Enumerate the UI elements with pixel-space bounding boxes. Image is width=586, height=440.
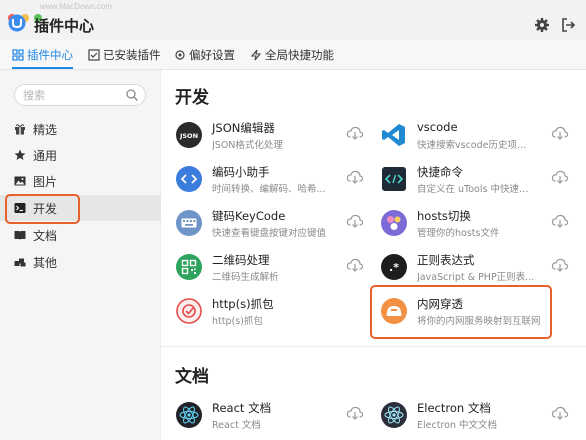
download-icon[interactable] bbox=[551, 168, 569, 186]
title-bar: www.MacDown.com 插件中心 bbox=[0, 0, 586, 40]
image-icon bbox=[14, 176, 26, 186]
gear-icon bbox=[175, 50, 185, 60]
utools-logo-icon bbox=[8, 14, 26, 32]
keyboard-icon bbox=[176, 210, 202, 236]
sidebar: 精选 通用 图片 开发 文档 其他 bbox=[0, 70, 161, 440]
sidebar-item-general[interactable]: 通用 bbox=[0, 142, 161, 168]
plugin-item-vscode[interactable]: vscode 快速搜索vscode历史项目... bbox=[381, 120, 586, 160]
download-icon[interactable] bbox=[551, 212, 569, 230]
main-tabs: 插件中心 已安装插件 偏好设置 全局快捷功能 bbox=[0, 40, 586, 70]
plugin-desc: JSON格式化处理 bbox=[212, 140, 283, 151]
tab-plugin-center[interactable]: 插件中心 bbox=[12, 40, 73, 69]
plugin-name: 键码KeyCode bbox=[212, 209, 286, 223]
sidebar-item-label: 通用 bbox=[33, 149, 58, 163]
plugin-desc: Electron 中文文档 bbox=[417, 420, 497, 431]
tab-global-shortcuts[interactable]: 全局快捷功能 bbox=[250, 40, 334, 69]
download-icon[interactable] bbox=[346, 404, 364, 422]
window-title: 插件中心 bbox=[34, 17, 95, 35]
vscode-icon bbox=[382, 124, 405, 146]
sidebar-item-featured[interactable]: 精选 bbox=[0, 116, 161, 142]
plugin-item-http-capture[interactable]: http(s)抓包 http(s)抓包 bbox=[176, 296, 381, 336]
search-box[interactable] bbox=[14, 84, 146, 106]
plugin-name: 正则表达式 bbox=[417, 253, 475, 267]
watermark: www.MacDown.com bbox=[40, 2, 113, 11]
gear-icon[interactable] bbox=[534, 17, 550, 33]
plugin-desc: 管理你的hosts文件 bbox=[417, 228, 500, 239]
plugin-desc: 快速查看键盘按键对应键值 bbox=[212, 228, 327, 239]
react-icon bbox=[176, 402, 202, 428]
plugin-item-quick-command[interactable]: 快捷命令 自定义在 uTools 中快速执... bbox=[381, 164, 586, 204]
plugin-desc: 快速搜索vscode历史项目... bbox=[417, 140, 535, 151]
command-icon bbox=[382, 167, 406, 191]
plugin-desc: 二维码生成解析 bbox=[212, 272, 279, 283]
plugin-item-keycode[interactable]: 键码KeyCode 快速查看键盘按键对应键值 bbox=[176, 208, 381, 248]
download-icon[interactable] bbox=[346, 124, 364, 142]
plugin-name: 编码小助手 bbox=[212, 165, 270, 179]
tab-preferences[interactable]: 偏好设置 bbox=[174, 40, 235, 69]
plugin-desc: React 文档 bbox=[212, 420, 261, 431]
plugin-list: 开发 JSON JSON编辑器 JSON格式化处理 vscode 快速搜索vsc… bbox=[161, 70, 586, 440]
tab-label: 插件中心 bbox=[27, 48, 73, 62]
download-icon[interactable] bbox=[346, 256, 364, 274]
blocks-icon bbox=[14, 258, 26, 267]
plugin-name: JSON编辑器 bbox=[212, 121, 275, 135]
sidebar-item-images[interactable]: 图片 bbox=[0, 168, 161, 194]
svg-text:.*: .* bbox=[389, 261, 399, 274]
svg-text:JSON: JSON bbox=[179, 132, 198, 140]
plugin-name: http(s)抓包 bbox=[212, 297, 274, 311]
plugin-item-hosts-switch[interactable]: hosts切换 管理你的hosts文件 bbox=[381, 208, 586, 248]
plugin-desc: http(s)抓包 bbox=[212, 316, 263, 327]
plugin-name: 快捷命令 bbox=[417, 165, 463, 179]
hosts-icon bbox=[381, 210, 407, 236]
plugin-name: React 文档 bbox=[212, 401, 272, 415]
search-input[interactable] bbox=[23, 87, 123, 103]
regex-icon: .* bbox=[381, 254, 407, 280]
bolt-icon bbox=[250, 49, 262, 61]
download-icon[interactable] bbox=[346, 212, 364, 230]
sidebar-item-label: 精选 bbox=[33, 123, 58, 137]
plugin-desc: 自定义在 uTools 中快速执... bbox=[417, 184, 535, 195]
code-icon bbox=[176, 166, 202, 192]
sidebar-item-label: 其他 bbox=[33, 256, 58, 270]
search-icon[interactable] bbox=[125, 88, 139, 102]
download-icon[interactable] bbox=[346, 168, 364, 186]
section-divider bbox=[161, 346, 586, 347]
checkbox-icon bbox=[88, 49, 100, 61]
electron-icon bbox=[381, 402, 407, 428]
download-icon[interactable] bbox=[551, 124, 569, 142]
plugin-item-encoding-helper[interactable]: 编码小助手 时间转换、编解码、哈希... bbox=[176, 164, 381, 204]
tab-label: 全局快捷功能 bbox=[265, 48, 334, 62]
plugin-name: hosts切换 bbox=[417, 209, 471, 223]
section-title: 开发 bbox=[175, 88, 209, 108]
plugin-name: Electron 文档 bbox=[417, 401, 491, 415]
plugin-name: vscode bbox=[417, 120, 458, 134]
plugin-item-json-editor[interactable]: JSON JSON编辑器 JSON格式化处理 bbox=[176, 120, 381, 160]
sidebar-item-other[interactable]: 其他 bbox=[0, 249, 161, 275]
gift-icon bbox=[15, 124, 25, 135]
plugin-item-qrcode[interactable]: 二维码处理 二维码生成解析 bbox=[176, 252, 381, 292]
plugin-desc: JavaScript & PHP正则表... bbox=[417, 272, 535, 283]
tab-label: 偏好设置 bbox=[189, 48, 235, 62]
json-icon: JSON bbox=[176, 122, 202, 148]
grid-icon bbox=[12, 49, 24, 61]
sidebar-item-label: 文档 bbox=[33, 229, 58, 243]
sidebar-item-label: 图片 bbox=[33, 175, 58, 189]
tab-installed-plugins[interactable]: 已安装插件 bbox=[88, 40, 161, 69]
star-icon bbox=[14, 149, 26, 160]
highlight-annotation bbox=[5, 194, 80, 224]
qrcode-icon bbox=[176, 254, 202, 280]
capture-icon bbox=[176, 298, 202, 324]
highlight-annotation bbox=[370, 285, 552, 339]
download-icon[interactable] bbox=[551, 256, 569, 274]
plugin-name: 二维码处理 bbox=[212, 253, 270, 267]
plugin-desc: 时间转换、编解码、哈希... bbox=[212, 184, 326, 195]
sidebar-item-docs[interactable]: 文档 bbox=[0, 222, 161, 248]
download-icon[interactable] bbox=[551, 404, 569, 422]
section-title: 文档 bbox=[175, 367, 209, 387]
plugin-item-react-docs[interactable]: React 文档 React 文档 bbox=[176, 400, 381, 440]
tab-label: 已安装插件 bbox=[103, 48, 161, 62]
exit-icon[interactable] bbox=[560, 17, 576, 33]
book-icon bbox=[14, 231, 26, 240]
plugin-item-electron-docs[interactable]: Electron 文档 Electron 中文文档 bbox=[381, 400, 586, 440]
